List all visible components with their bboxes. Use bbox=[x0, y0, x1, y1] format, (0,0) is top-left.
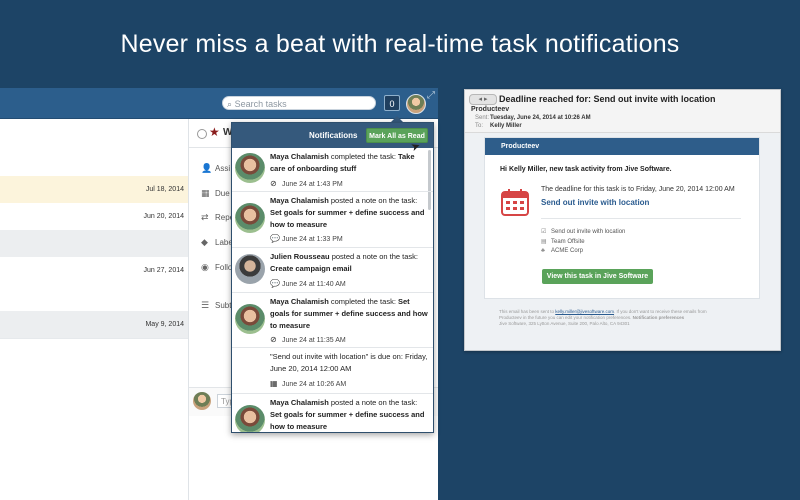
task-date: Jul 18, 2014 bbox=[145, 186, 184, 193]
task-list: Jul 18, 2014 Jun 20, 2014 Jun 27, 2014 M… bbox=[0, 119, 189, 500]
check-circle-icon: ⊘ bbox=[270, 179, 277, 188]
book-icon: ▤ bbox=[541, 239, 547, 245]
field-repeat[interactable]: ⇄ Repe bbox=[201, 212, 234, 223]
avatar bbox=[235, 304, 265, 334]
subtasks-icon: ☰ bbox=[201, 300, 210, 310]
task-date: Jun 27, 2014 bbox=[143, 267, 184, 274]
complete-circle-icon[interactable] bbox=[197, 129, 207, 139]
user-avatar[interactable] bbox=[406, 94, 426, 114]
email-card: Producteev Hi Kelly Miller, new task act… bbox=[484, 137, 760, 299]
notification-item[interactable]: Maya Chalamish posted a note on the task… bbox=[232, 192, 433, 248]
email-window: ◂ ▸ Deadline reached for: Send out invit… bbox=[464, 89, 781, 351]
notification-text: Maya Chalamish posted a note on the task… bbox=[270, 398, 425, 431]
search-placeholder: Search tasks bbox=[234, 99, 287, 109]
notification-count-button[interactable]: 0 bbox=[384, 95, 400, 111]
brand-name: Producteev bbox=[501, 143, 540, 150]
task-date: Jun 20, 2014 bbox=[143, 213, 184, 220]
checkbox-icon: ☑ bbox=[541, 229, 547, 235]
avatar bbox=[235, 254, 265, 284]
notification-time: ⊘ June 24 at 1:43 PM bbox=[270, 179, 343, 188]
email-from: Producteev bbox=[471, 106, 510, 113]
notification-item[interactable]: Julien Rousseau posted a note on the tas… bbox=[232, 248, 433, 293]
calendar-icon: ▦ bbox=[201, 188, 210, 198]
greeting: Hi Kelly Miller, new task activity from … bbox=[500, 166, 672, 173]
avatar bbox=[235, 203, 265, 233]
calendar-icon bbox=[501, 189, 529, 216]
info-project: ▤ Team Offsite bbox=[541, 239, 585, 245]
divider bbox=[541, 218, 741, 219]
speech-bubble-icon: 💬 bbox=[270, 279, 280, 288]
notification-item[interactable]: Maya Chalamish completed the task: Take … bbox=[232, 148, 433, 192]
email-to: To: Kelly Miller bbox=[475, 123, 522, 129]
deadline-text: The deadline for this task is to Friday,… bbox=[541, 186, 735, 193]
notification-item[interactable]: "Send out invite with location" is due o… bbox=[232, 348, 433, 394]
notification-time: ⊘ June 24 at 11:35 AM bbox=[270, 335, 346, 344]
calendar-icon: ▦ bbox=[270, 379, 278, 388]
avatar bbox=[235, 153, 265, 183]
follow-icon: ◉ bbox=[201, 262, 209, 272]
list-item[interactable]: Jun 27, 2014 bbox=[0, 257, 188, 285]
check-circle-icon: ⊘ bbox=[270, 335, 277, 344]
list-item[interactable]: May 9, 2014 bbox=[0, 311, 188, 339]
avatar bbox=[235, 405, 265, 432]
notification-text: Maya Chalamish completed the task: Take … bbox=[270, 152, 415, 173]
popover-title: Notifications bbox=[309, 131, 358, 140]
email-subject: Deadline reached for: Send out invite wi… bbox=[499, 94, 716, 104]
notification-time: ▦ June 24 at 10:26 AM bbox=[270, 379, 347, 388]
commenter-avatar bbox=[193, 392, 211, 410]
task-link[interactable]: Send out invite with location bbox=[541, 198, 649, 207]
search-icon: ⌕ bbox=[227, 99, 233, 109]
notification-text: Maya Chalamish posted a note on the task… bbox=[270, 196, 425, 229]
star-icon[interactable]: ★ bbox=[209, 125, 220, 139]
view-task-button[interactable]: View this task in Jive Software bbox=[542, 269, 653, 284]
notification-text: Maya Chalamish completed the task: Set g… bbox=[270, 297, 428, 330]
info-network: ♣ ACME Corp bbox=[541, 248, 584, 254]
field-assignee[interactable]: 👤 Assi bbox=[201, 163, 230, 174]
search-input[interactable]: ⌕ Search tasks bbox=[222, 96, 376, 110]
notification-item[interactable]: Maya Chalamish completed the task: Set g… bbox=[232, 293, 433, 348]
notification-time: 💬 June 24 at 11:40 AM bbox=[270, 279, 346, 288]
person-icon: 👤 bbox=[201, 163, 213, 173]
list-item[interactable]: Jun 20, 2014 bbox=[0, 203, 188, 231]
email-link[interactable]: kelly.miller@jivesoftware.com bbox=[555, 309, 614, 314]
task-date: May 9, 2014 bbox=[145, 321, 184, 328]
list-item[interactable] bbox=[0, 230, 188, 258]
notification-item[interactable]: Maya Chalamish posted a note on the task… bbox=[232, 394, 433, 432]
expand-icon[interactable]: ⤢ bbox=[427, 90, 435, 101]
info-task: ☑ Send out invite with location bbox=[541, 229, 626, 235]
card-header: Producteev bbox=[485, 138, 759, 155]
list-item[interactable]: Jul 18, 2014 bbox=[0, 176, 188, 204]
email-header: ◂ ▸ Deadline reached for: Send out invit… bbox=[465, 90, 780, 133]
field-due[interactable]: ▦ Due bbox=[201, 188, 230, 199]
field-followers[interactable]: ◉ Follo bbox=[201, 262, 232, 273]
notification-text: "Send out invite with location" is due o… bbox=[270, 352, 428, 373]
org-icon: ♣ bbox=[541, 248, 545, 254]
list-item[interactable] bbox=[0, 284, 188, 312]
app-topbar: ⌕ Search tasks 0 ⤢ bbox=[0, 88, 438, 119]
repeat-icon: ⇄ bbox=[201, 212, 209, 222]
back-forward-button[interactable]: ◂ ▸ bbox=[469, 94, 497, 105]
field-subtasks[interactable]: ☰ Subt bbox=[201, 300, 231, 311]
notification-text: Julien Rousseau posted a note on the tas… bbox=[270, 252, 419, 273]
email-footer: This email has been sent to kelly.miller… bbox=[499, 309, 707, 326]
notifications-popover: Notifications Mark All as Read Maya Chal… bbox=[231, 122, 434, 433]
email-sent: Sent:Tuesday, June 24, 2014 at 10:26 AM bbox=[475, 115, 591, 121]
tag-icon: ◆ bbox=[201, 237, 208, 247]
list-item[interactable] bbox=[0, 119, 188, 177]
popover-header: Notifications Mark All as Read bbox=[232, 123, 433, 148]
field-labels[interactable]: ◆ Labe bbox=[201, 237, 233, 248]
speech-bubble-icon: 💬 bbox=[270, 234, 280, 243]
headline: Never miss a beat with real-time task no… bbox=[120, 30, 680, 58]
notification-time: 💬 June 24 at 1:33 PM bbox=[270, 234, 343, 243]
